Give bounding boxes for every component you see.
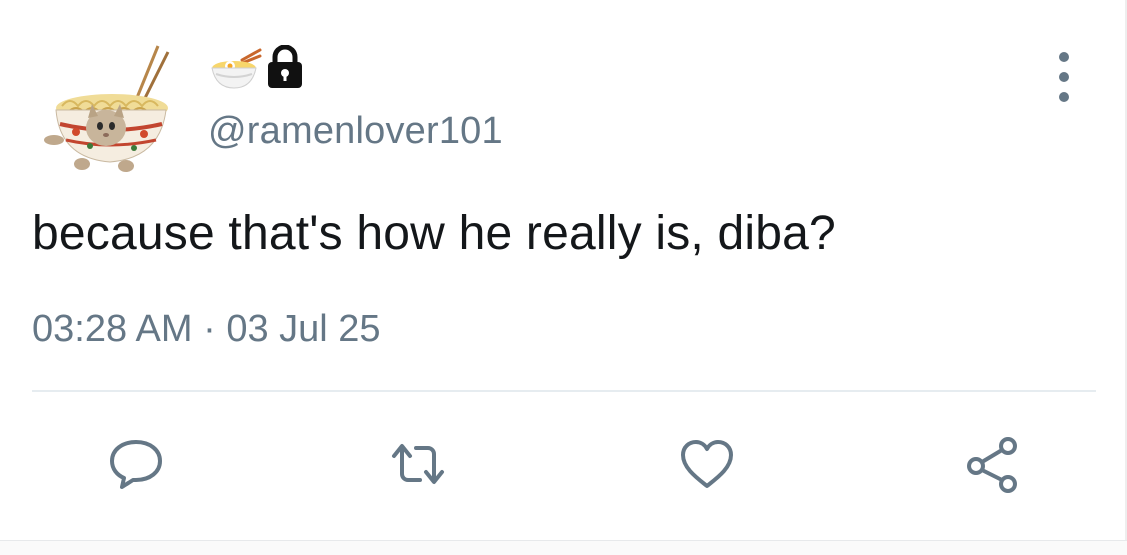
more-options-dot bbox=[1059, 72, 1069, 82]
tweet-text: because that's how he really is, diba? bbox=[32, 207, 836, 260]
retweet-icon bbox=[392, 444, 444, 484]
tweet-date: 03 Jul 25 bbox=[226, 308, 381, 350]
display-name[interactable] bbox=[208, 42, 304, 92]
meta-separator: · bbox=[203, 308, 216, 350]
user-handle[interactable]: @ramenlover101 bbox=[208, 110, 503, 153]
tweet-timestamp[interactable]: 03:28 AM · 03 Jul 25 bbox=[32, 308, 381, 351]
like-button[interactable] bbox=[675, 432, 739, 496]
more-options-dot bbox=[1059, 92, 1069, 102]
avatar-image bbox=[44, 45, 170, 172]
share-icon bbox=[967, 437, 1017, 493]
more-options-button[interactable] bbox=[1050, 52, 1078, 102]
avatar[interactable] bbox=[40, 40, 180, 175]
lock-icon bbox=[268, 45, 302, 88]
reply-icon bbox=[110, 440, 162, 489]
more-options-icon bbox=[1059, 52, 1069, 62]
tweet-card: @ramenlover101 because that's how he rea… bbox=[0, 0, 1127, 555]
tweet-time: 03:28 AM bbox=[32, 308, 193, 350]
divider bbox=[32, 390, 1096, 392]
share-button[interactable] bbox=[960, 432, 1024, 496]
ramen-bowl-icon bbox=[211, 48, 262, 89]
frame-bottom bbox=[0, 540, 1127, 555]
reply-button[interactable] bbox=[104, 432, 168, 496]
like-icon bbox=[681, 440, 733, 488]
retweet-button[interactable] bbox=[386, 432, 450, 496]
